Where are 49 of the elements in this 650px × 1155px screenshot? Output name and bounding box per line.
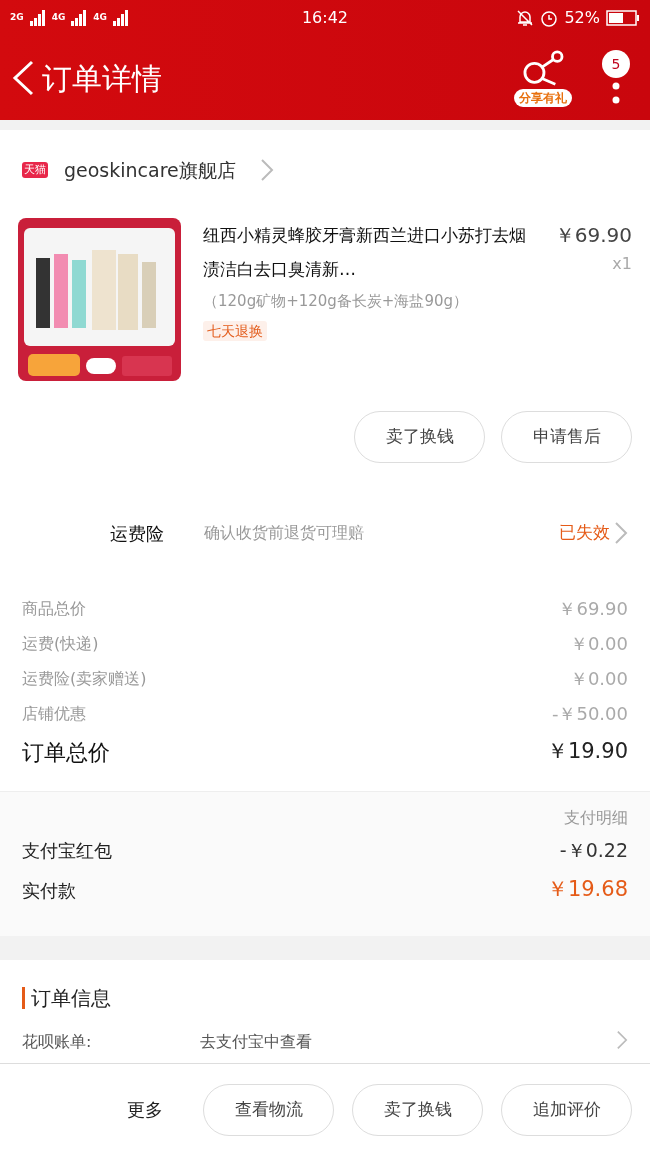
page-title: 订单详情: [42, 59, 162, 98]
action-button[interactable]: 追加评价: [501, 1083, 632, 1136]
product-variant: （120g矿物+120g备长炭+海盐90g）: [203, 291, 470, 312]
payment-value: ￥19.68: [546, 876, 628, 904]
product-title[interactable]: 纽西小精灵蜂胶牙膏新西兰进口小苏打去烟渍洁白去口臭清新…: [203, 218, 543, 286]
network-type: 4G: [93, 11, 107, 25]
product-price: ￥69.90: [554, 222, 632, 249]
price-label: 订单总价: [22, 738, 110, 767]
battery-percent: 52%: [564, 7, 600, 29]
network-type: 4G: [51, 11, 66, 25]
info-label: 花呗账单:: [22, 1031, 93, 1053]
signal-icon: [29, 10, 46, 26]
price-value: ￥0.00: [569, 632, 628, 656]
price-value: ￥0.00: [569, 667, 628, 691]
back-icon[interactable]: [12, 60, 34, 96]
section-title: 订单信息: [31, 985, 111, 1012]
insurance-status[interactable]: 已失效: [559, 520, 610, 546]
price-label: 运费险(卖家赠送): [22, 667, 147, 690]
action-button[interactable]: 卖了换钱: [352, 1083, 483, 1136]
status-time: 16:42: [300, 7, 350, 29]
tmall-badge: 天猫: [22, 161, 48, 179]
store-name[interactable]: geoskincare旗舰店: [64, 155, 236, 185]
section-accent-bar: [22, 987, 25, 1009]
payment-label: 支付宝红包: [22, 838, 112, 863]
signal-icon: [71, 10, 88, 26]
action-button[interactable]: 查看物流: [203, 1083, 334, 1136]
more-link[interactable]: 更多: [127, 1096, 163, 1123]
price-value: ￥19.90: [546, 738, 628, 766]
price-label: 商品总价: [22, 597, 86, 620]
action-button[interactable]: 申请售后: [501, 411, 632, 463]
message-count-badge: 5: [602, 50, 630, 78]
insurance-description: 确认收货前退货可理赔: [204, 522, 365, 544]
more-icon[interactable]: [612, 80, 620, 106]
battery-icon: [606, 10, 640, 26]
alarm-icon: [540, 9, 559, 27]
action-button[interactable]: 卖了换钱: [354, 411, 485, 463]
price-value: -￥50.00: [551, 702, 628, 726]
price-value: ￥69.90: [558, 597, 628, 621]
product-quantity: x1: [612, 253, 632, 275]
return-policy-tag: 七天退换: [203, 320, 267, 341]
price-label: 运费(快递): [22, 632, 99, 655]
insurance-label: 运费险: [110, 521, 165, 546]
payment-label: 实付款: [22, 878, 76, 903]
network-type: 2G: [10, 11, 24, 25]
info-value: 去支付宝中查看: [200, 1031, 313, 1053]
muted-bell-icon: [516, 9, 535, 27]
price-label: 店铺优惠: [22, 702, 86, 725]
signal-icon: [112, 10, 129, 26]
payment-value: -￥0.22: [559, 837, 628, 863]
